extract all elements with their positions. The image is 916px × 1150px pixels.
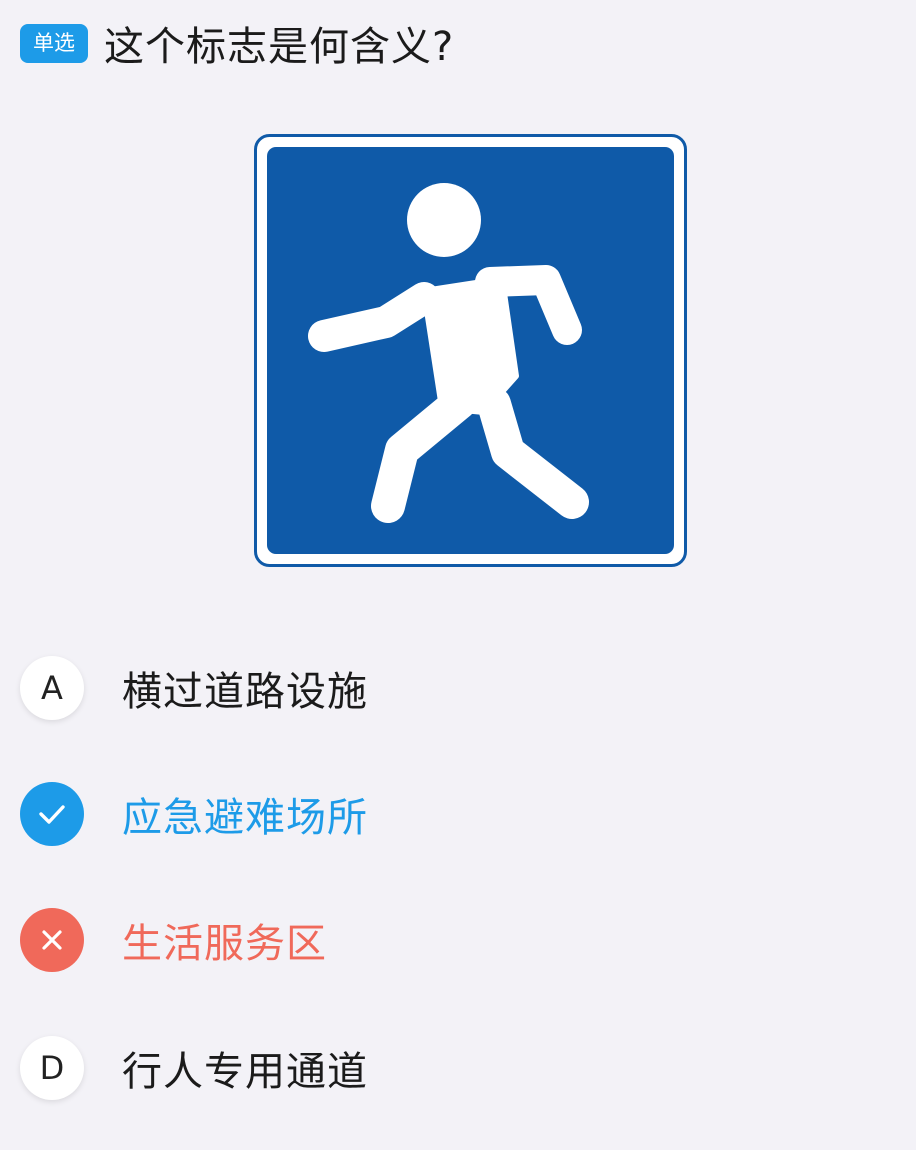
option-a-label: 横过道路设施 xyxy=(122,669,368,715)
option-a[interactable]: A 横过道路设施 xyxy=(20,655,720,721)
pedestrian-walking-icon xyxy=(254,134,687,567)
question-header: 单选 这个标志是何含义? xyxy=(20,14,454,72)
option-b-label: 应急避难场所 xyxy=(122,795,368,841)
option-d[interactable]: D 行人专用通道 xyxy=(20,1035,720,1101)
option-d-label: 行人专用通道 xyxy=(122,1049,368,1095)
option-b[interactable]: 应急避难场所 xyxy=(20,781,720,847)
option-d-key: D xyxy=(39,1049,65,1087)
option-a-key-circle: A xyxy=(20,656,84,720)
question-text: 这个标志是何含义? xyxy=(104,24,455,70)
cross-icon xyxy=(20,908,84,972)
traffic-sign-image xyxy=(254,134,687,567)
option-c-label: 生活服务区 xyxy=(122,921,327,967)
checkmark-icon xyxy=(20,782,84,846)
quiz-page: 单选 这个标志是何含义? A 横过道路设施 应急避难场所 生活服务区 D 行人专… xyxy=(0,0,916,1150)
option-d-key-circle: D xyxy=(20,1036,84,1100)
option-a-key: A xyxy=(41,669,63,707)
option-c[interactable]: 生活服务区 xyxy=(20,907,720,973)
question-type-badge: 单选 xyxy=(20,23,88,63)
